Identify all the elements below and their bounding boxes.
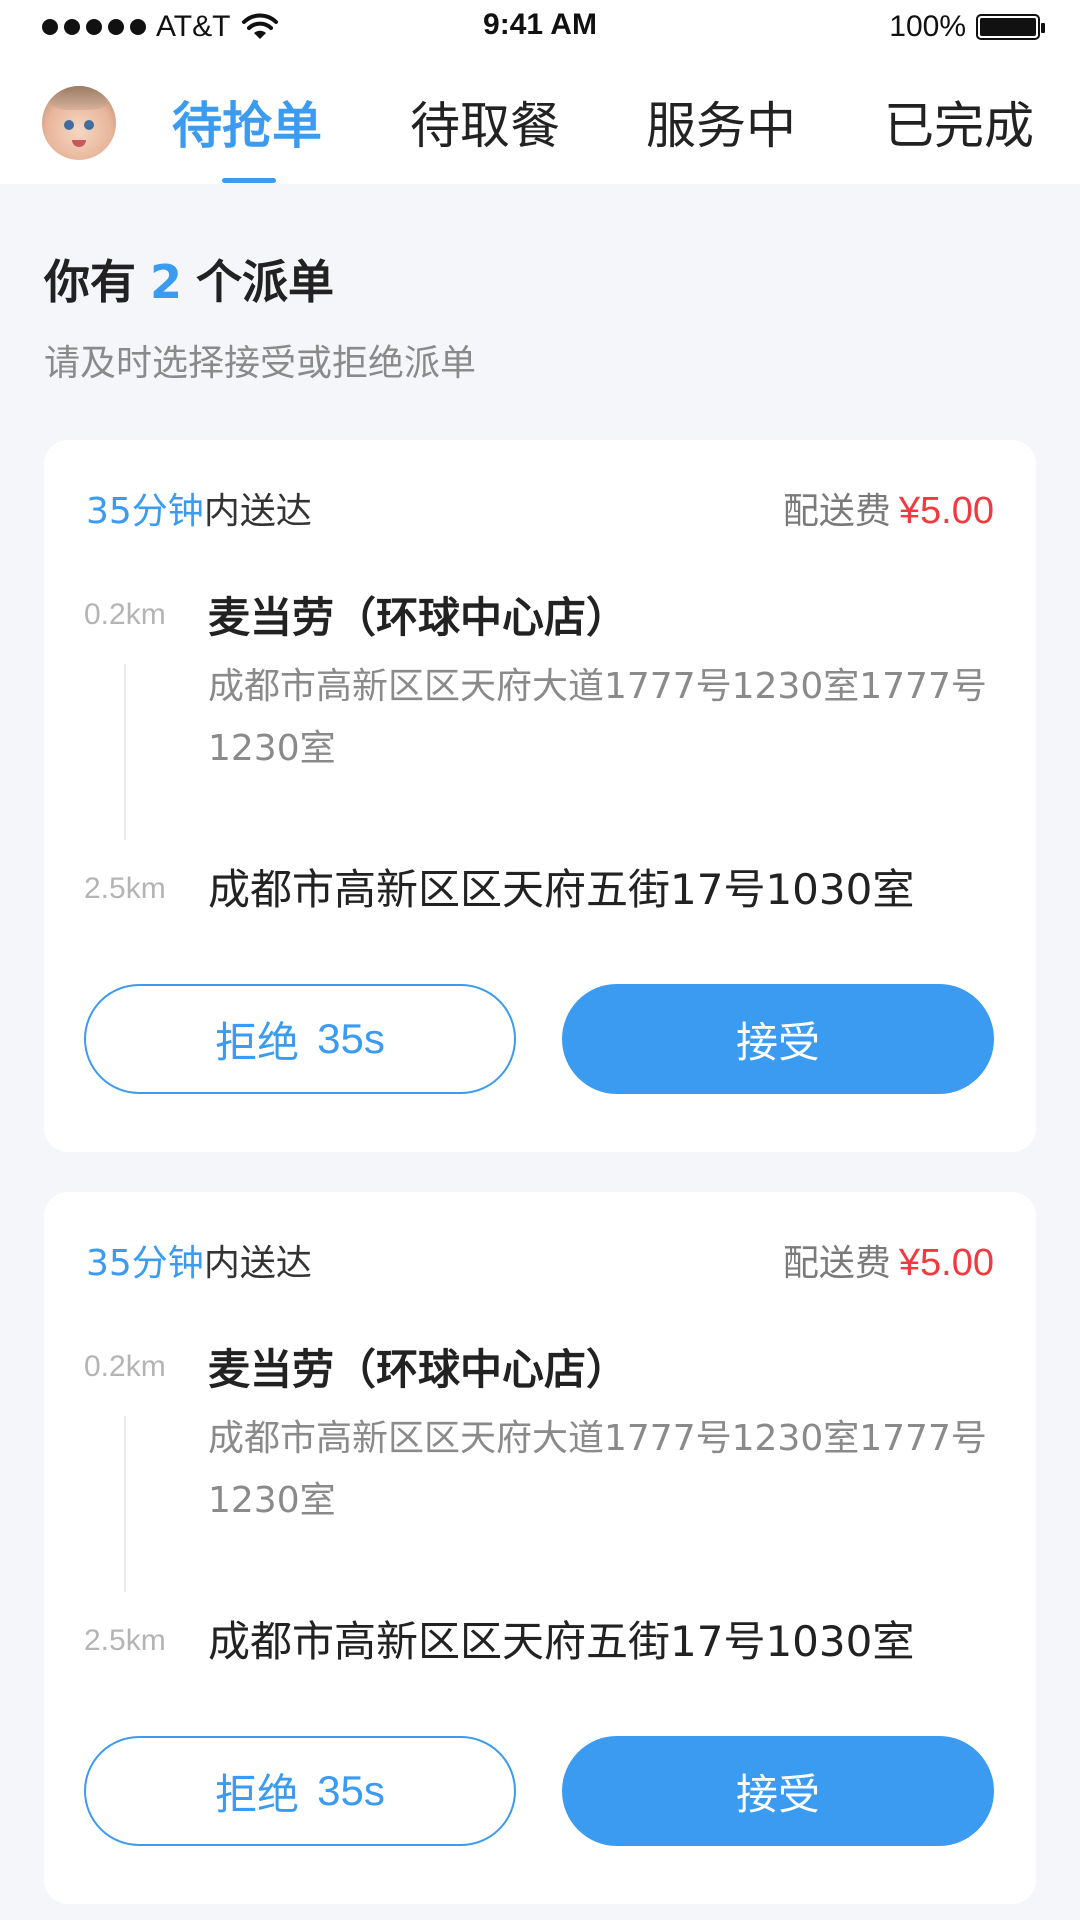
- accept-button[interactable]: 接受: [562, 984, 994, 1094]
- tab-completed[interactable]: 已完成: [884, 86, 1034, 158]
- route-line: [124, 1416, 126, 1592]
- reject-button[interactable]: 拒绝 35s: [84, 1736, 516, 1846]
- reject-label: 拒绝: [215, 1017, 300, 1067]
- accept-button[interactable]: 接受: [562, 1736, 994, 1846]
- reject-label: 拒绝: [215, 1769, 300, 1819]
- page-subtitle: 请及时选择接受或拒绝派单: [44, 343, 477, 384]
- shop-name: 麦当劳（环球中心店）: [208, 1345, 629, 1394]
- dropoff-distance: 2.5km: [84, 1624, 166, 1657]
- dropoff-distance: 2.5km: [84, 872, 166, 905]
- delivery-fee: 配送费 ¥5.00: [783, 1234, 994, 1286]
- pickup-distance: 0.2km: [84, 1350, 166, 1383]
- route-line: [124, 664, 126, 840]
- dropoff-address: 成都市高新区区天府五街17号1030室: [208, 865, 915, 914]
- battery-icon: [976, 14, 1045, 40]
- pickup-distance: 0.2km: [84, 598, 166, 631]
- battery-percent: 100%: [889, 10, 966, 43]
- delivery-eta: 35分钟内送达: [86, 482, 312, 534]
- title-suffix: 个派单: [196, 255, 335, 309]
- eta-suffix: 内送达: [203, 1243, 312, 1284]
- delivery-eta: 35分钟内送达: [86, 1234, 312, 1286]
- tab-in-service[interactable]: 服务中: [646, 86, 796, 158]
- order-count: 2: [150, 255, 183, 309]
- fee-amount: ¥5.00: [898, 1242, 994, 1284]
- eta-time: 35分钟: [86, 491, 204, 532]
- shop-name: 麦当劳（环球中心店）: [208, 593, 629, 642]
- tab-pending-pickup[interactable]: 待取餐: [410, 86, 560, 158]
- avatar[interactable]: [42, 86, 116, 160]
- reject-countdown: 35s: [317, 1767, 385, 1814]
- tab-header: 待抢单 待取餐 服务中 已完成: [0, 56, 1080, 184]
- reject-button[interactable]: 拒绝 35s: [84, 984, 516, 1094]
- shop-address: 成都市高新区区天府大道1777号1230室1777号1230室: [208, 666, 987, 769]
- active-tab-indicator: [222, 178, 276, 183]
- eta-time: 35分钟: [86, 1243, 204, 1284]
- status-right: 100%: [889, 10, 1045, 44]
- title-prefix: 你有: [44, 255, 136, 309]
- delivery-fee: 配送费 ¥5.00: [783, 482, 994, 534]
- tab-pending-grab[interactable]: 待抢单: [172, 86, 322, 158]
- dropoff-address: 成都市高新区区天府五街17号1030室: [208, 1617, 915, 1666]
- fee-label: 配送费: [782, 491, 891, 532]
- page-title: 你有 2 个派单: [44, 246, 334, 312]
- order-card: 35分钟内送达 配送费 ¥5.00 0.2km 麦当劳（环球中心店） 成都市高新区…: [44, 440, 1036, 1152]
- order-card: 35分钟内送达 配送费 ¥5.00 0.2km 麦当劳（环球中心店） 成都市高新区…: [44, 1192, 1036, 1904]
- fee-amount: ¥5.00: [898, 490, 994, 532]
- reject-countdown: 35s: [317, 1015, 385, 1062]
- shop-address: 成都市高新区区天府大道1777号1230室1777号1230室: [208, 1418, 987, 1521]
- eta-suffix: 内送达: [203, 491, 312, 532]
- status-bar: AT&T 9:41 AM 100%: [0, 0, 1080, 56]
- fee-label: 配送费: [782, 1243, 891, 1284]
